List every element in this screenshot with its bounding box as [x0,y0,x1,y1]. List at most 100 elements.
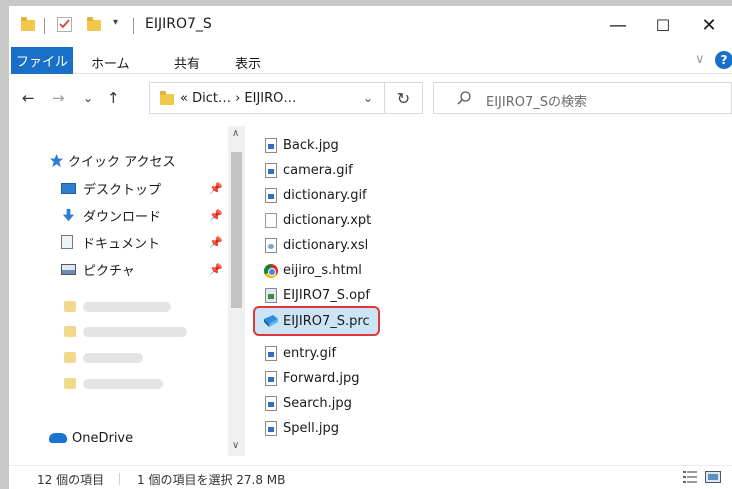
image-file-icon [263,395,279,412]
image-file-icon [263,187,279,204]
list-item[interactable]: dictionary.gif [263,183,367,208]
file-name: Search.jpg [283,396,352,411]
file-name: entry.gif [283,346,337,361]
breadcrumb[interactable]: « Dict… › EIJIRO… [180,91,296,106]
list-item[interactable]: Spell.jpg [263,416,339,441]
blurred-folder-icon [64,326,76,337]
folder-icon [21,17,35,32]
nav-item-desktop[interactable]: デスクトップ [61,176,161,200]
list-item[interactable]: eijiro_s.html [263,258,362,283]
xsl-file-icon [263,237,279,254]
details-view-icon[interactable] [683,471,697,483]
search-input[interactable]: EIJIRO7_Sの検索 [433,82,732,114]
tab-share[interactable]: 共有 [174,53,200,72]
address-bar[interactable]: « Dict… › EIJIRO… ⌄ [149,82,385,114]
nav-label: デスクトップ [83,182,162,198]
document-icon [61,235,73,249]
title-separator [133,18,134,34]
list-item-selected[interactable]: EIJIRO7_S.prc [253,306,380,336]
redacted-item [83,353,143,363]
maximize-button[interactable]: ☐ [640,6,686,44]
window-frame-left [0,0,9,489]
redacted-item [83,327,187,337]
address-dropdown-icon[interactable]: ⌄ [363,91,373,105]
blank-file-icon [263,212,279,229]
close-button[interactable]: ✕ [686,6,732,44]
address-row: ← → ⌄ ↑ « Dict… › EIJIRO… ⌄ ↻ EIJIRO7_Sの… [9,81,732,115]
nav-item-downloads[interactable]: ダウンロード [61,203,161,227]
list-item[interactable]: camera.gif [263,158,353,183]
nav-scrollbar[interactable]: ∧ ∨ [228,126,245,456]
search-placeholder: EIJIRO7_Sの検索 [486,95,588,110]
image-file-icon [263,137,279,154]
pin-icon[interactable]: 📌 [209,209,223,222]
pin-icon[interactable]: 📌 [209,263,223,276]
scroll-thumb[interactable] [231,152,242,308]
window-title: EIJIRO7_S [145,16,212,32]
status-bar: 12 個の項目 1 個の項目を選択 27.8 MB [9,465,732,489]
recent-locations-button[interactable]: ⌄ [83,91,93,105]
forward-button[interactable]: → [52,89,65,107]
tab-view[interactable]: 表示 [235,53,261,72]
back-button[interactable]: ← [22,89,35,107]
ribbon-expand-icon[interactable]: ∨ [695,52,705,67]
scroll-down-icon[interactable]: ∨ [232,440,239,451]
opf-file-icon [263,287,279,304]
redacted-item [83,302,171,312]
help-icon[interactable]: ? [715,51,732,69]
redacted-item [83,379,163,389]
nav-item-documents[interactable]: ドキュメント [61,230,160,254]
star-icon [49,153,64,167]
list-item[interactable]: Forward.jpg [263,366,360,391]
list-item[interactable]: dictionary.xsl [263,233,368,258]
cloud-icon [49,433,67,443]
scroll-up-icon[interactable]: ∧ [232,128,239,139]
navigation-pane: クイック アクセス デスクトップ 📌 ダウンロード 📌 ドキュメント 📌 ピクチ… [9,126,245,456]
file-name: Back.jpg [283,138,339,153]
file-name: dictionary.xpt [283,213,372,228]
nav-item-quick-access[interactable]: クイック アクセス [49,148,175,172]
nav-label: ダウンロード [83,209,162,225]
file-name: EIJIRO7_S.prc [283,313,370,329]
refresh-button[interactable]: ↻ [385,82,423,114]
nav-item-pictures[interactable]: ピクチャ [61,257,135,281]
download-icon [62,208,75,221]
tab-file[interactable]: ファイル [11,47,73,74]
image-file-icon [263,420,279,437]
blurred-folder-icon [64,352,76,363]
folder-icon [160,91,174,106]
file-name: eijiro_s.html [283,263,362,278]
pin-icon[interactable]: 📌 [209,182,223,195]
nav-label: ピクチャ [83,263,135,279]
kindle-book-icon [263,313,279,329]
file-name: EIJIRO7_S.opf [283,288,370,303]
up-button[interactable]: ↑ [107,89,120,107]
properties-icon[interactable] [57,17,72,32]
explorer-window: ▾ EIJIRO7_S — ☐ ✕ ファイル ホーム 共有 表示 ∨ ? ← →… [9,6,732,489]
list-item[interactable]: EIJIRO7_S.opf [263,283,370,308]
list-item[interactable]: entry.gif [263,341,336,366]
list-item[interactable]: Search.jpg [263,391,352,416]
pin-icon[interactable]: 📌 [209,236,223,249]
status-separator [119,473,120,485]
nav-item-onedrive[interactable]: OneDrive [49,426,133,450]
file-name: Forward.jpg [283,371,360,386]
nav-label: クイック アクセス [68,154,176,170]
item-count: 12 個の項目 [37,473,105,487]
minimize-button[interactable]: — [595,6,641,44]
blurred-folder-icon [64,378,76,389]
title-separator [44,18,45,34]
file-name: Spell.jpg [283,421,339,436]
list-item[interactable]: Back.jpg [263,133,339,158]
tab-home[interactable]: ホーム [91,53,130,72]
large-icons-view-icon[interactable] [705,471,721,483]
desktop-icon [61,182,76,194]
image-file-icon [263,162,279,179]
new-folder-icon[interactable] [87,17,101,32]
list-item[interactable]: dictionary.xpt [263,208,371,233]
nav-label: OneDrive [72,430,134,446]
quick-access-toolbar-dropdown-icon[interactable]: ▾ [113,17,118,28]
file-name: dictionary.xsl [283,238,369,253]
image-file-icon [263,370,279,387]
blurred-folder-icon [64,301,76,312]
